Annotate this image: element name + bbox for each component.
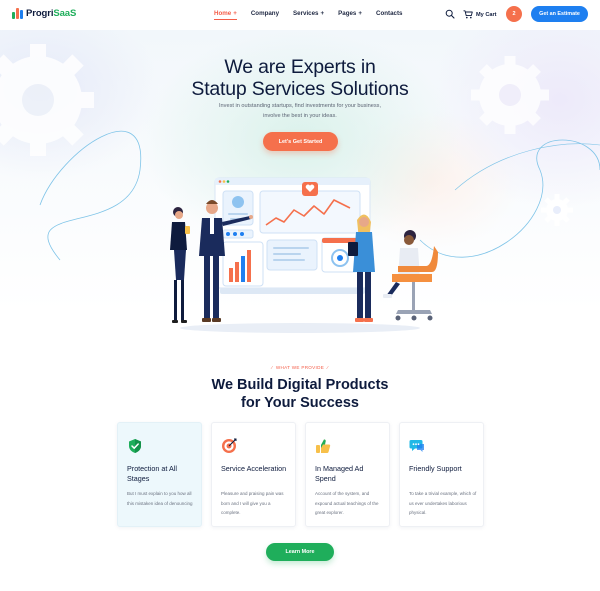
hero-section: We are Experts in Statup Services Soluti… (0, 30, 600, 350)
dropdown-plus-icon: + (358, 10, 362, 17)
learn-more-button[interactable]: Learn More (266, 543, 334, 561)
nav-item-services[interactable]: Services + (293, 10, 324, 17)
get-estimate-button[interactable]: Get an Estimate (531, 6, 588, 22)
dropdown-plus-icon: + (233, 10, 237, 17)
card-text: But I must explain to you how all this m… (127, 491, 193, 506)
card-title: Friendly Support (409, 464, 462, 473)
hero-title-line1: We are Experts in (224, 56, 376, 78)
gear-decoration-small (541, 194, 573, 226)
nav-item-home[interactable]: Home + (214, 10, 237, 20)
site-header: ProgriSaaS Home + Company Services + Pages… (0, 0, 600, 30)
nav-item-label: Contacts (375, 10, 403, 17)
hero-title: We are Experts in Statup Services Soluti… (0, 56, 600, 100)
service-card-ad-spend[interactable]: In Managed Ad Spend Account of the syste… (305, 422, 390, 527)
card-text: Pleasure and praising pain was born and … (221, 491, 284, 516)
hero-title-line2: Statup Services Solutions (191, 78, 409, 100)
card-title: Service Acceleration (221, 464, 287, 473)
logo-bars-icon (12, 8, 23, 19)
nav-item-label: Home (214, 10, 232, 17)
logo[interactable]: ProgriSaaS (12, 8, 76, 19)
eyebrow-slash-icon: ⁄ (327, 365, 329, 370)
nav-item-contacts[interactable]: Contacts (376, 10, 402, 17)
card-text: Account of the system, and expound actua… (315, 491, 379, 516)
services-title-line2: for Your Success (241, 394, 359, 411)
chat-bubble-icon (409, 440, 424, 452)
dashboard-illustration (214, 177, 371, 294)
service-card-protection[interactable]: Protection at All Stages But I must expl… (117, 422, 202, 527)
services-eyebrow: ⁄ WHAT WE PROVIDE ⁄ (0, 365, 600, 370)
service-card-acceleration[interactable]: Service Acceleration Pleasure and praisi… (211, 422, 296, 527)
curve-decoration-left (39, 131, 142, 261)
dropdown-plus-icon: + (320, 10, 325, 17)
cart-label: My Cart (476, 11, 497, 18)
person-man-chair-illustration (383, 230, 438, 321)
target-icon (222, 438, 237, 453)
nav-item-label: Pages (338, 10, 357, 17)
person-woman-left-illustration (170, 207, 190, 323)
services-title: We Build Digital Products for Your Succe… (0, 377, 600, 412)
eyebrow-slash-icon: ⁄ (271, 365, 273, 370)
cart-button[interactable]: My Cart (463, 7, 497, 22)
card-title: Protection at All Stages (127, 464, 177, 483)
nav-item-label: Company (250, 10, 280, 17)
hero-illustration (170, 177, 438, 333)
hero-subtitle-line2: involve the best in your ideas. (263, 112, 337, 119)
hero-subtitle-line1: Invest in outstanding startups, find inv… (219, 103, 381, 109)
logo-text: ProgriSaaS (26, 8, 76, 19)
get-started-button[interactable]: Let's Get Started (263, 132, 338, 151)
hero-subtitle: Invest in outstanding startups, find inv… (200, 102, 400, 122)
eyebrow-text: WHAT WE PROVIDE (275, 365, 325, 370)
cart-count-badge[interactable]: 2 (506, 6, 522, 22)
card-text: To take a trivial example, which of us e… (409, 491, 477, 516)
service-card-support[interactable]: Friendly Support To take a trivial examp… (399, 422, 484, 527)
services-title-line1: We Build Digital Products (211, 377, 389, 393)
nav-item-company[interactable]: Company (251, 10, 279, 17)
curve-decoration-right (419, 139, 600, 258)
search-icon[interactable] (445, 9, 455, 19)
logo-text-part1: Progri (26, 8, 54, 19)
service-cards: Protection at All Stages But I must expl… (117, 422, 484, 527)
nav-item-label: Services (293, 10, 319, 17)
shield-check-icon (129, 439, 141, 453)
nav-item-pages[interactable]: Pages + (338, 10, 362, 17)
thumbs-up-icon (316, 439, 331, 453)
main-nav: Home + Company Services + Pages + Contacts (214, 10, 416, 20)
logo-text-part2: SaaS (53, 8, 77, 19)
cart-icon (463, 10, 473, 19)
card-title: In Managed Ad Spend (315, 464, 364, 483)
